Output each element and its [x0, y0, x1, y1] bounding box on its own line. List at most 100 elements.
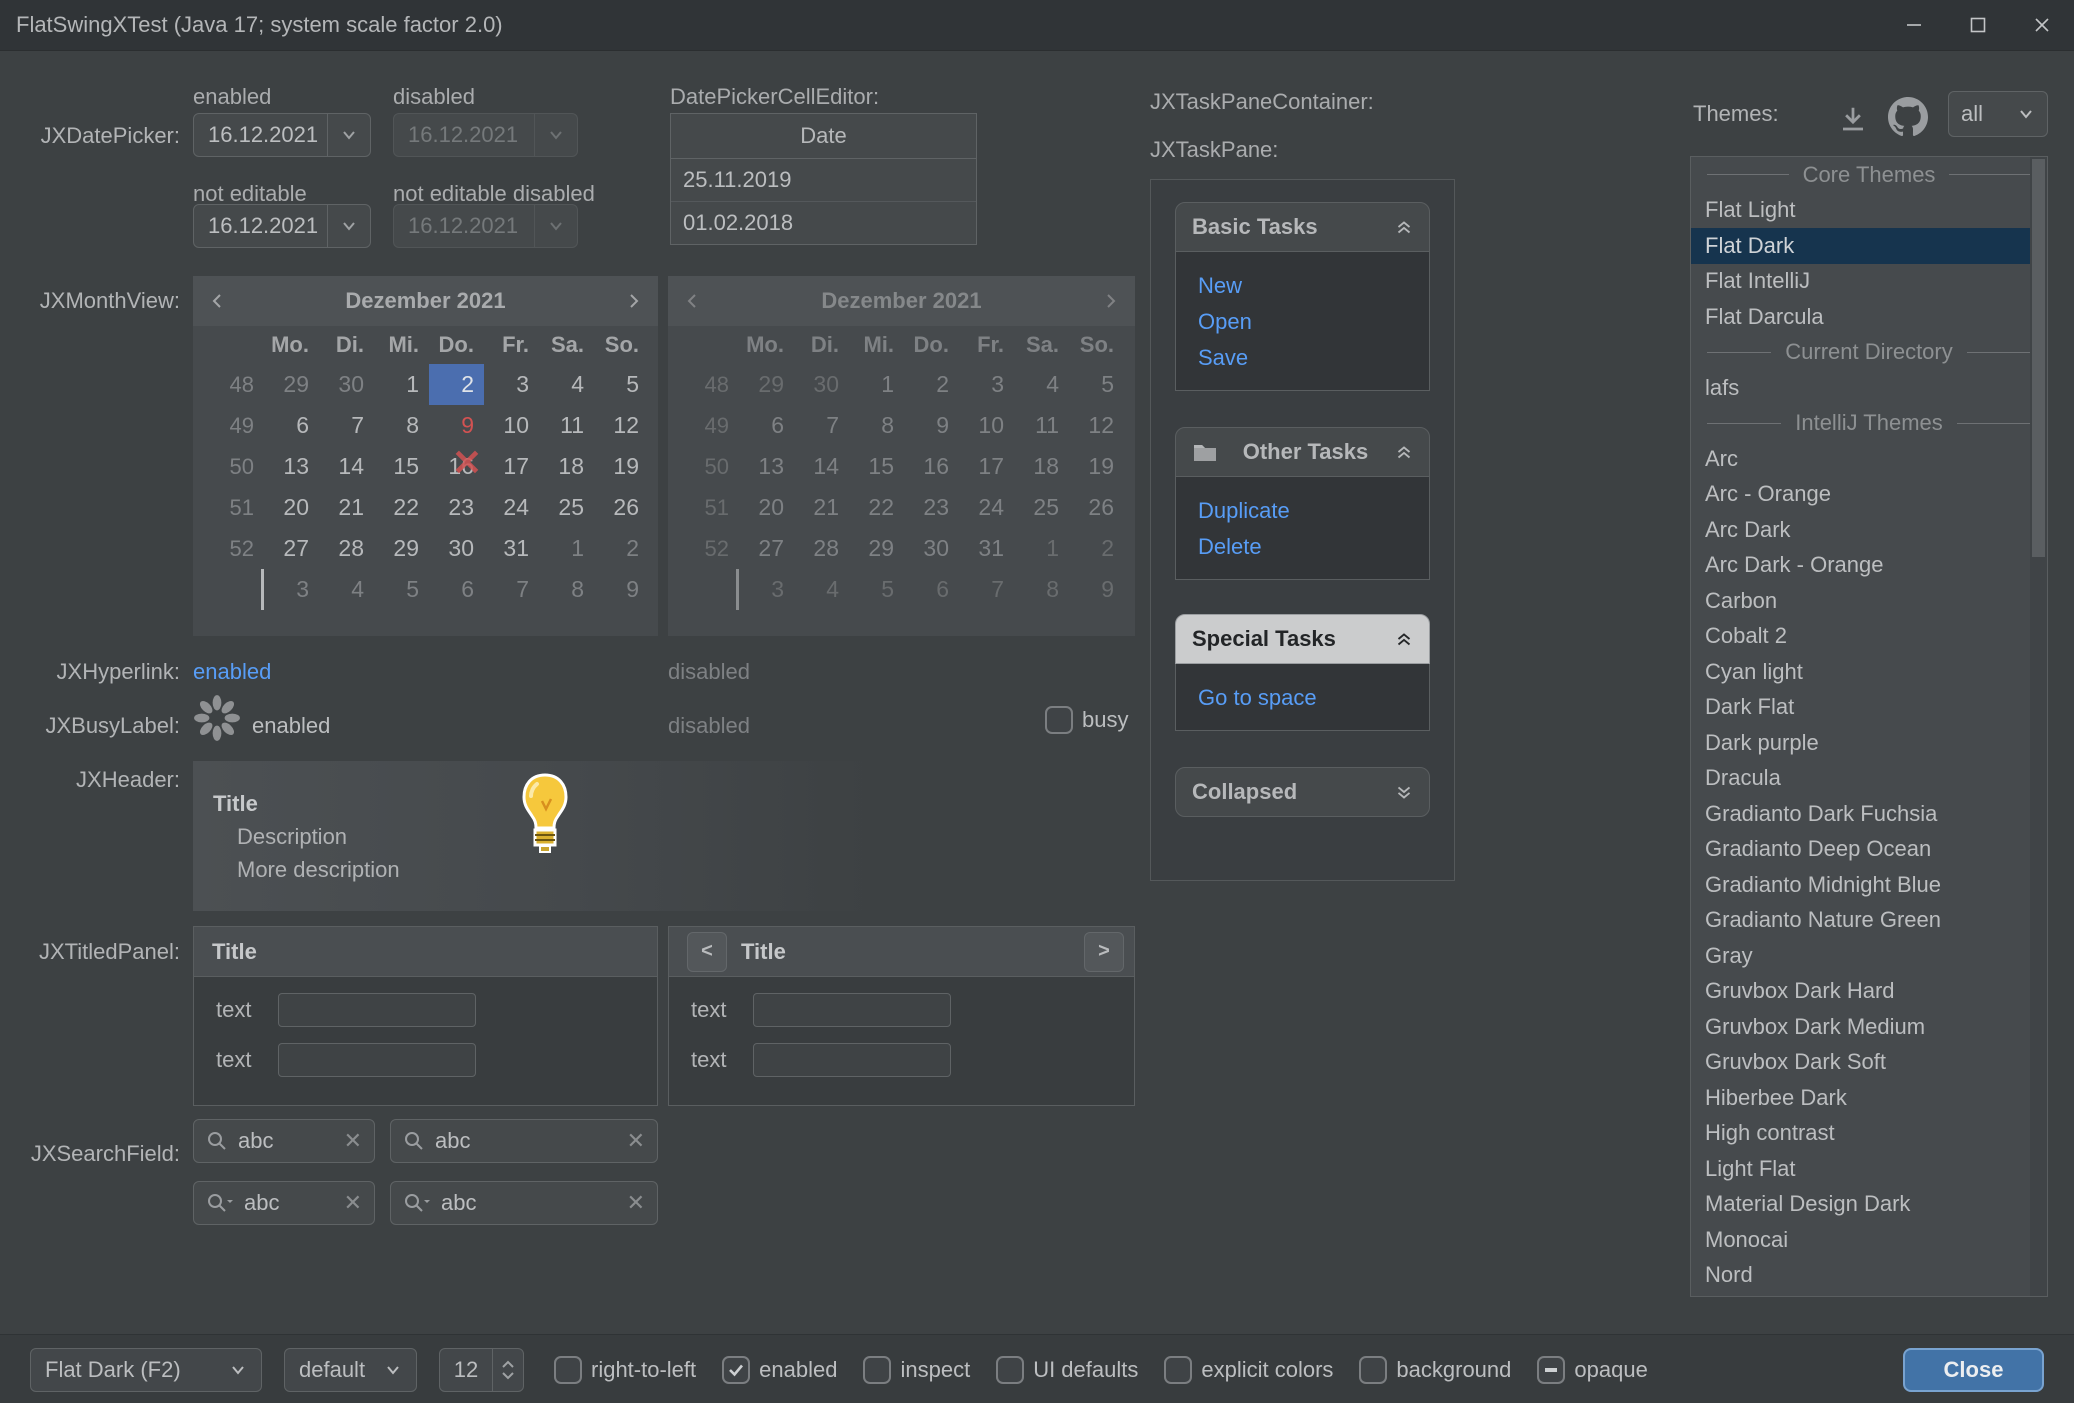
text-input[interactable] — [278, 993, 476, 1027]
calendar-cell[interactable]: 13 — [264, 446, 319, 487]
table-row[interactable]: 01.02.2018 — [671, 202, 976, 244]
calendar-cell[interactable]: 17 — [484, 446, 539, 487]
calendar-cell[interactable]: 18 — [539, 446, 594, 487]
task-link[interactable]: Duplicate — [1198, 493, 1429, 529]
calendar-cell[interactable]: 29 — [264, 364, 319, 405]
calendar-cell[interactable]: 4 — [319, 569, 374, 610]
calendar-cell[interactable]: 28 — [319, 528, 374, 569]
search-field-with-menu[interactable]: ✕ — [193, 1181, 375, 1225]
toolbar-checkbox[interactable]: enabled — [722, 1356, 837, 1384]
calendar-cell[interactable]: 3 — [484, 364, 539, 405]
maximize-button[interactable] — [1946, 0, 2010, 50]
search-dropdown-icon[interactable] — [403, 1192, 431, 1214]
theme-list-item[interactable]: Light Flat — [1691, 1151, 2047, 1187]
theme-list-item[interactable]: Flat IntelliJ — [1691, 264, 2047, 300]
laf-combo[interactable]: Flat Dark (F2) — [30, 1348, 262, 1392]
theme-list-item[interactable]: Gradianto Dark Fuchsia — [1691, 796, 2047, 832]
task-link[interactable]: Delete — [1198, 529, 1429, 565]
taskpane-group-header[interactable]: Special Tasks — [1175, 614, 1430, 664]
taskpane-group-header[interactable]: Collapsed — [1175, 767, 1430, 817]
calendar-cell[interactable]: 26 — [594, 487, 649, 528]
theme-list-item[interactable]: Arc Dark - Orange — [1691, 548, 2047, 584]
calendar-cell[interactable]: 2 — [594, 528, 649, 569]
close-button[interactable]: Close — [1903, 1348, 2044, 1392]
calendar-cell[interactable]: 5 — [374, 569, 429, 610]
calendar-cell[interactable]: 7 — [484, 569, 539, 610]
search-input[interactable] — [441, 1190, 617, 1216]
theme-list-item[interactable]: Gruvbox Dark Hard — [1691, 974, 2047, 1010]
calendar-cell[interactable]: 8 — [374, 405, 429, 446]
close-window-button[interactable] — [2010, 0, 2074, 50]
search-input[interactable] — [238, 1128, 334, 1154]
search-field[interactable]: ✕ — [390, 1119, 658, 1163]
datepicker-dropdown-button[interactable] — [327, 114, 370, 156]
theme-list-item[interactable]: Cyan light — [1691, 654, 2047, 690]
search-input[interactable] — [244, 1190, 334, 1216]
style-combo[interactable]: default — [284, 1348, 417, 1392]
calendar-cell[interactable]: 6 — [264, 405, 319, 446]
toolbar-checkbox[interactable]: explicit colors — [1164, 1356, 1333, 1384]
calendar-cell[interactable]: 15 — [374, 446, 429, 487]
font-size-spinner[interactable]: 12 — [439, 1348, 524, 1392]
theme-list[interactable]: Core ThemesFlat LightFlat DarkFlat Intel… — [1690, 156, 2048, 1297]
task-link[interactable]: Save — [1198, 340, 1429, 376]
text-input[interactable] — [753, 1043, 951, 1077]
scrollbar-track[interactable] — [2030, 157, 2047, 1296]
panel-next-button[interactable]: > — [1084, 932, 1124, 972]
calendar-cell[interactable]: 3 — [264, 569, 319, 610]
github-button[interactable] — [1886, 95, 1930, 139]
calendar-cell[interactable]: 7 — [319, 405, 374, 446]
theme-list-item[interactable]: Arc Dark — [1691, 512, 2047, 548]
calendar-cell[interactable]: 24 — [484, 487, 539, 528]
search-field[interactable]: ✕ — [193, 1119, 375, 1163]
toolbar-checkbox[interactable]: right-to-left — [554, 1356, 696, 1384]
toolbar-checkbox[interactable]: opaque — [1537, 1356, 1647, 1384]
calendar-cell[interactable]: 9 — [594, 569, 649, 610]
calendar-cell[interactable]: 10 — [484, 405, 539, 446]
clear-icon[interactable]: ✕ — [344, 1128, 362, 1154]
prev-month-button[interactable] — [209, 292, 227, 310]
theme-list-item[interactable]: Flat Dark — [1691, 228, 2047, 264]
theme-list-item[interactable]: Flat Light — [1691, 193, 2047, 229]
minimize-button[interactable] — [1882, 0, 1946, 50]
task-link[interactable]: New — [1198, 268, 1429, 304]
theme-list-item[interactable]: Flat Darcula — [1691, 299, 2047, 335]
datepicker-dropdown-button[interactable] — [327, 205, 370, 247]
clear-icon[interactable]: ✕ — [627, 1128, 645, 1154]
datepicker-enabled[interactable]: 16.12.2021 — [193, 113, 371, 157]
calendar-cell[interactable]: 25 — [539, 487, 594, 528]
datepicker-not-editable[interactable]: 16.12.2021 — [193, 204, 371, 248]
download-button[interactable] — [1833, 99, 1873, 139]
calendar-cell[interactable]: 29 — [374, 528, 429, 569]
text-input[interactable] — [278, 1043, 476, 1077]
calendar-cell[interactable]: 2 — [429, 364, 484, 405]
calendar-cell[interactable]: 1 — [539, 528, 594, 569]
calendar-cell[interactable]: 21 — [319, 487, 374, 528]
theme-list-item[interactable]: Gray — [1691, 938, 2047, 974]
theme-list-item[interactable]: Dark Flat — [1691, 690, 2047, 726]
calendar-cell[interactable]: 11 — [539, 405, 594, 446]
taskpane-group-header[interactable]: Basic Tasks — [1175, 202, 1430, 252]
theme-list-item[interactable]: Monocai — [1691, 1222, 2047, 1258]
theme-list-item[interactable]: Gradianto Nature Green — [1691, 903, 2047, 939]
calendar-cell[interactable]: 9 — [429, 405, 484, 446]
clear-icon[interactable]: ✕ — [344, 1190, 362, 1216]
theme-list-item[interactable]: Dark purple — [1691, 725, 2047, 761]
theme-filter-combo[interactable]: all — [1948, 91, 2048, 137]
search-field-with-menu[interactable]: ✕ — [390, 1181, 658, 1225]
calendar-cell[interactable]: 14 — [319, 446, 374, 487]
calendar-cell[interactable]: 30 — [429, 528, 484, 569]
calendar-cell[interactable]: 27 — [264, 528, 319, 569]
calendar-cell[interactable]: 31 — [484, 528, 539, 569]
theme-list-item[interactable]: Arc - Orange — [1691, 477, 2047, 513]
panel-prev-button[interactable]: < — [687, 932, 727, 972]
datepicker-value[interactable]: 16.12.2021 — [194, 122, 327, 148]
taskpane-group-header[interactable]: Other Tasks — [1175, 427, 1430, 477]
theme-list-item[interactable]: lafs — [1691, 370, 2047, 406]
theme-list-item[interactable]: Gradianto Midnight Blue — [1691, 867, 2047, 903]
theme-list-item[interactable]: Nord — [1691, 1258, 2047, 1294]
toolbar-checkbox[interactable]: background — [1359, 1356, 1511, 1384]
theme-list-item[interactable]: Arc — [1691, 441, 2047, 477]
theme-list-item[interactable]: High contrast — [1691, 1116, 2047, 1152]
scrollbar-thumb[interactable] — [2032, 159, 2045, 557]
